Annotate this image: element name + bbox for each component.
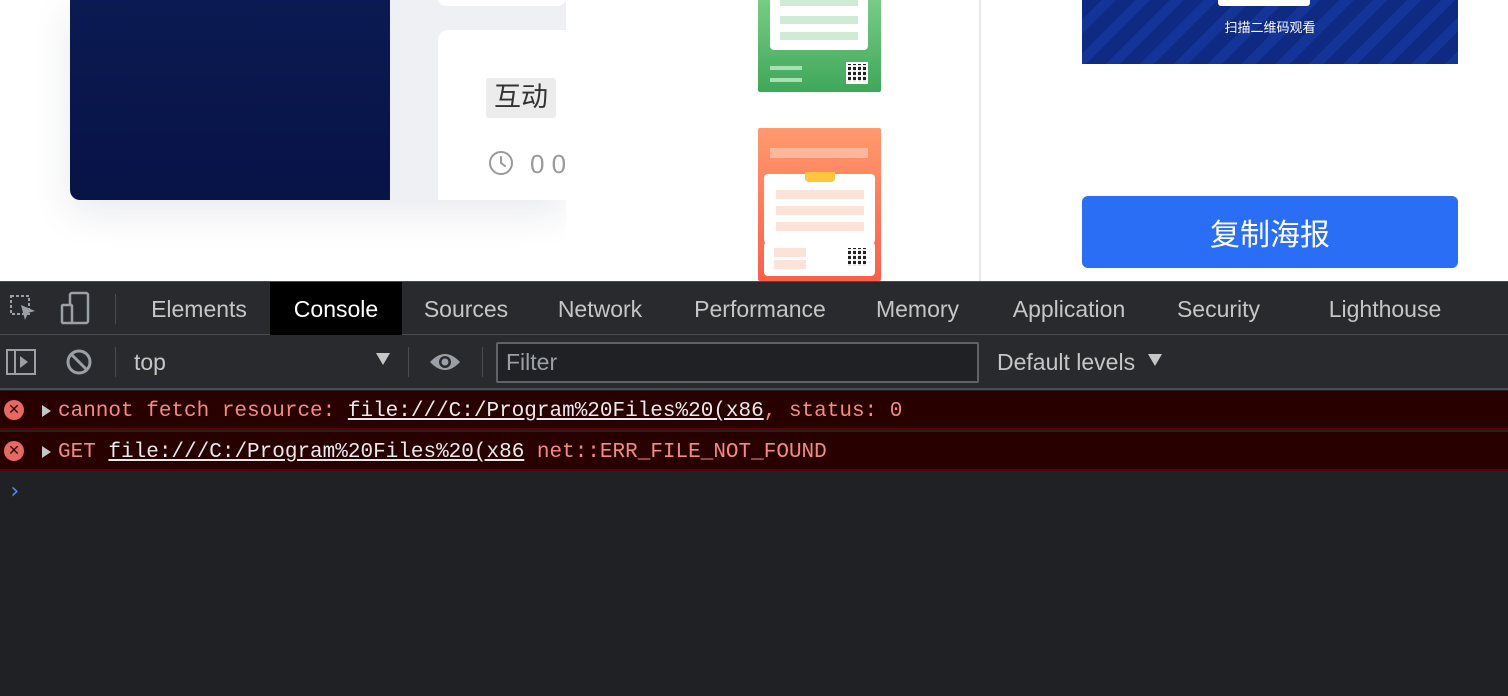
- poster-bar: [770, 78, 802, 82]
- poster-modal: 扫描二维码观看 复制海报: [566, 0, 1508, 281]
- console-toolbar: top Default levels: [0, 335, 1508, 390]
- devtools-tab-bar: Elements Console Sources Network Perform…: [0, 282, 1508, 335]
- tab-console[interactable]: Console: [270, 282, 402, 335]
- expand-arrow-icon[interactable]: [42, 405, 51, 417]
- clock-icon: [488, 150, 514, 176]
- console-error-message[interactable]: ✕ GET file:///C:/Program%20Files%20(x86 …: [0, 432, 1508, 471]
- course-tag: 互动: [486, 78, 556, 118]
- tab-elements[interactable]: Elements: [128, 282, 270, 335]
- course-thumbnail[interactable]: [70, 0, 390, 200]
- poster-sheet: [770, 0, 868, 50]
- qr-code-icon: [846, 246, 868, 268]
- log-levels-dropdown[interactable]: Default levels: [997, 349, 1135, 376]
- tab-security[interactable]: Security: [1153, 282, 1284, 335]
- caret-down-icon[interactable]: [1148, 354, 1162, 366]
- poster-line: [774, 248, 806, 257]
- message-prefix: cannot fetch resource:: [58, 400, 348, 423]
- poster-preview: 扫描二维码观看: [1082, 0, 1458, 64]
- poster-bar: [770, 66, 802, 70]
- previous-card[interactable]: [438, 0, 566, 6]
- course-time: 0 0: [530, 149, 567, 179]
- resource-link[interactable]: file:///C:/Program%20Files%20(x86: [348, 400, 764, 423]
- poster-template-red[interactable]: [758, 128, 881, 281]
- tab-memory[interactable]: Memory: [850, 282, 985, 335]
- poster-line: [780, 0, 858, 6]
- error-icon: ✕: [4, 400, 24, 420]
- scan-qr-text: 扫描二维码观看: [1224, 21, 1316, 36]
- poster-template-green[interactable]: [758, 0, 881, 92]
- message-prefix: GET: [58, 441, 109, 464]
- poster-template-list[interactable]: [566, 0, 981, 281]
- poster-line: [776, 222, 864, 231]
- poster-ribbon: [805, 172, 835, 182]
- poster-line: [774, 260, 806, 269]
- tab-application[interactable]: Application: [985, 282, 1153, 335]
- poster-line: [780, 32, 858, 40]
- toolbar-divider: [115, 294, 116, 324]
- devtools-panel: Elements Console Sources Network Perform…: [0, 281, 1508, 696]
- clear-console-icon[interactable]: [62, 345, 96, 379]
- poster-line: [776, 206, 864, 215]
- console-prompt[interactable]: ›: [8, 479, 21, 504]
- qr-code-icon: [1218, 0, 1310, 6]
- message-suffix: , status: 0: [763, 400, 903, 423]
- web-page: 互动 0 0 扫描二维码观看 复制海报: [0, 0, 1508, 281]
- tab-lighthouse[interactable]: Lighthouse: [1304, 282, 1466, 335]
- tab-sources[interactable]: Sources: [402, 282, 530, 335]
- console-error-message[interactable]: ✕ cannot fetch resource: file:///C:/Prog…: [0, 391, 1508, 430]
- poster-header: [770, 148, 868, 158]
- eye-icon[interactable]: [428, 345, 462, 379]
- qr-code-icon: [846, 62, 868, 84]
- toolbar-divider: [115, 347, 116, 377]
- poster-line: [780, 16, 858, 24]
- toolbar-divider: [482, 347, 483, 377]
- message-text: cannot fetch resource: file:///C:/Progra…: [58, 400, 902, 423]
- poster-line: [776, 190, 864, 199]
- inspect-element-icon[interactable]: [6, 291, 40, 325]
- message-suffix: net::ERR_FILE_NOT_FOUND: [524, 441, 827, 464]
- tab-network[interactable]: Network: [530, 282, 670, 335]
- resource-link[interactable]: file:///C:/Program%20Files%20(x86: [108, 441, 524, 464]
- tab-performance[interactable]: Performance: [670, 282, 850, 335]
- expand-arrow-icon[interactable]: [42, 446, 51, 458]
- copy-poster-button[interactable]: 复制海报: [1082, 196, 1458, 268]
- context-selector[interactable]: top: [134, 349, 166, 376]
- show-sidebar-icon[interactable]: [4, 345, 38, 379]
- toolbar-divider: [408, 347, 409, 377]
- device-toolbar-icon[interactable]: [58, 291, 92, 325]
- error-icon: ✕: [4, 441, 24, 461]
- caret-down-icon[interactable]: [376, 353, 390, 365]
- filter-input[interactable]: [496, 342, 979, 383]
- message-text: GET file:///C:/Program%20Files%20(x86 ne…: [58, 441, 827, 464]
